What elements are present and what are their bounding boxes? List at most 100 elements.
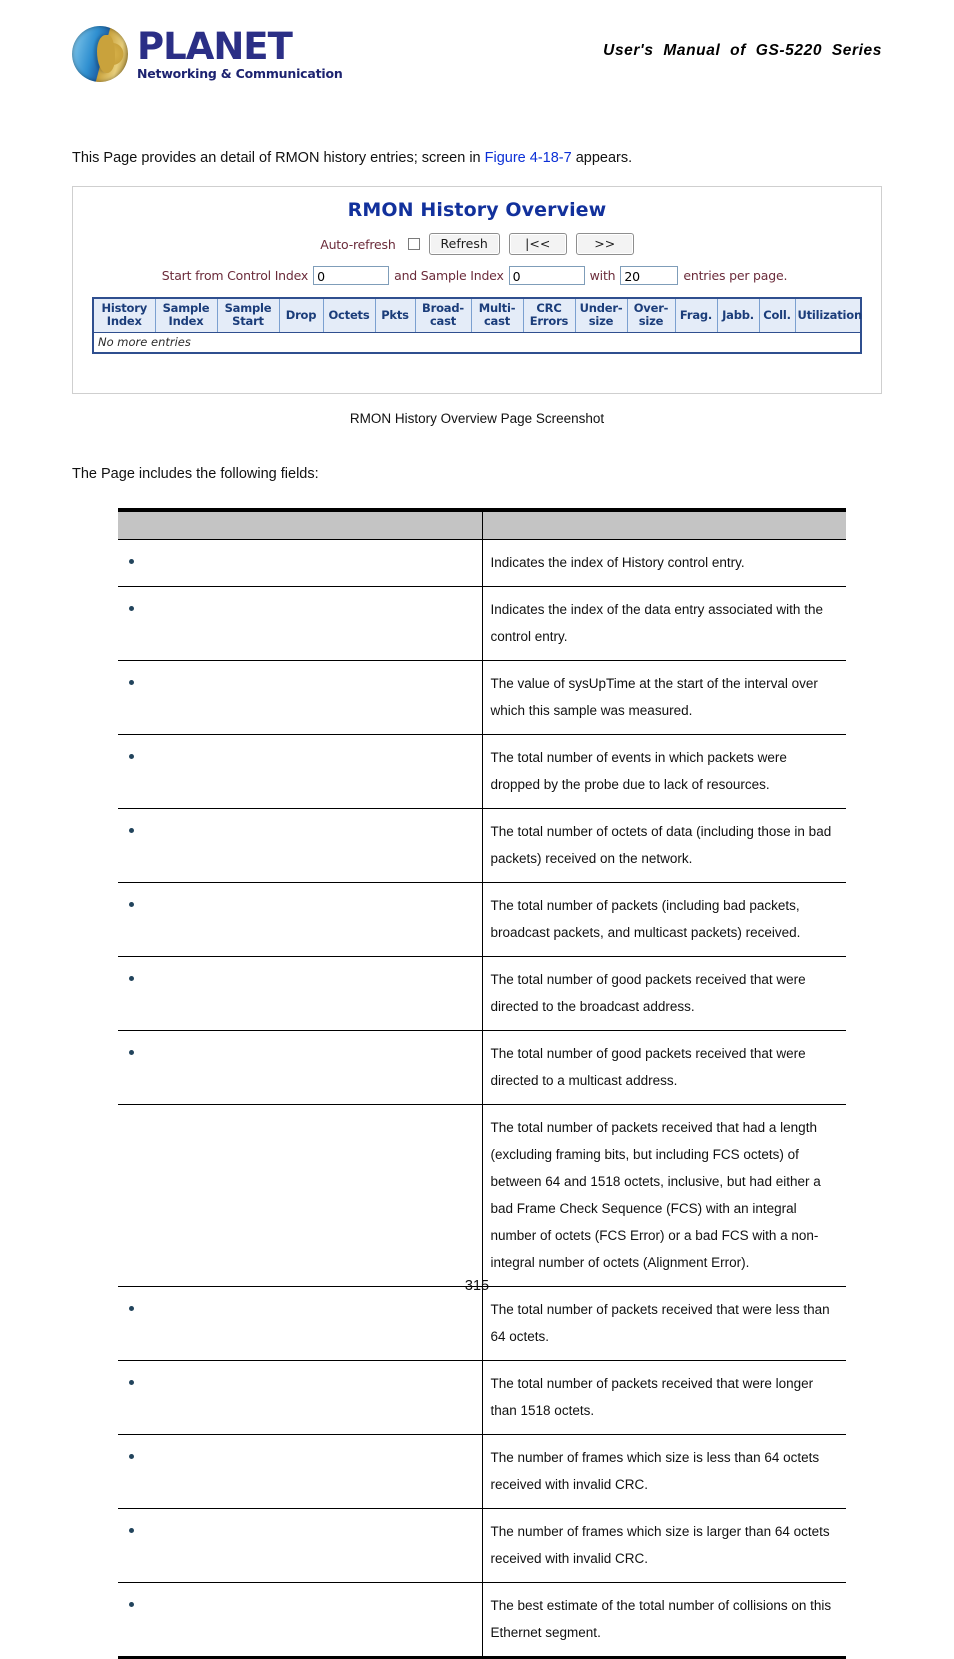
screenshot-page-title: RMON History Overview [347,199,607,221]
field-description-cell: The total number of packets received tha… [482,1286,846,1361]
column-sample-index[interactable]: Sample Index [155,298,218,333]
entries-per-page-label: entries per page. [683,268,788,283]
col-label-9: Under-size [579,301,623,328]
table-row: The best estimate of the total number of… [118,1582,846,1659]
field-name-cell [118,1286,483,1361]
column-crc-errors[interactable]: CRC Errors [523,298,576,333]
column-undersize[interactable]: Under-size [575,298,628,333]
planet-logo: PLANET Networking & Communication [72,26,343,82]
col-label-1: Sample Index [162,301,210,328]
logo-wordmark: PLANET [137,24,293,68]
figure-caption: RMON History Overview Page Screenshot [349,411,605,426]
page-number: 315 [464,1278,490,1294]
rmon-history-table: History Index Sample Index Sample Start Dro… [92,297,862,354]
column-utilization[interactable]: Utilization [795,298,862,333]
field-name-cell [118,1434,483,1509]
field-name-cell [118,808,483,883]
fields-header-description [482,511,846,540]
planet-globe-icon [72,26,128,82]
table-row: The total number of packets (including b… [118,882,846,957]
column-pkts[interactable]: Pkts [375,298,416,333]
col-label-10: Over-size [633,301,669,328]
screenshot-panel: RMON History Overview Auto-refresh Refre… [72,186,882,394]
fields-description-table: Indicates the index of History control e… [118,508,846,1659]
intro-text-after: appears. [571,150,633,166]
col-label-8: CRC Errors [529,301,569,328]
sample-index-input[interactable]: 0 [508,266,585,285]
and-sample-index-label: and Sample Index [394,268,504,283]
col-label-6: Broad-cast [422,301,464,328]
column-octets[interactable]: Octets [323,298,376,333]
field-name-cell [118,1030,483,1105]
intro-text-before: This Page provides an detail of RMON his… [72,150,485,166]
first-page-button[interactable]: |<< [508,233,567,255]
table-row: The number of frames which size is large… [118,1508,846,1583]
table-row: The number of frames which size is less … [118,1434,846,1509]
field-description-cell: The number of frames which size is less … [482,1434,846,1509]
field-name-cell [118,882,483,957]
table-row: Indicates the index of the data entry as… [118,586,846,661]
col-label-3: Drop [285,307,317,322]
field-name-cell [118,1582,483,1659]
field-name-cell [118,1360,483,1435]
field-name-cell [118,539,483,587]
field-description-cell: The total number of good packets receive… [482,1030,846,1105]
figure-reference-link[interactable]: Figure 4-18-7 [485,150,572,166]
screenshot-toolbar: Auto-refresh Refresh |<< >> [73,233,881,255]
screenshot-range-controls: Start from Control Index 0 and Sample In… [73,266,881,285]
field-description-cell: Indicates the index of the data entry as… [482,586,846,661]
field-description-cell: The value of sysUpTime at the start of t… [482,660,846,735]
col-label-7: Multi-cast [478,301,516,328]
field-description-cell: The total number of packets (including b… [482,882,846,957]
table-row: The total number of events in which pack… [118,734,846,809]
field-description-cell: The total number of packets received tha… [482,1360,846,1435]
field-description-cell: The total number of packets received tha… [482,1104,846,1287]
table-row: The total number of packets received tha… [118,1286,846,1361]
column-coll[interactable]: Coll. [759,298,796,333]
col-label-13: Coll. [763,307,791,322]
refresh-button[interactable]: Refresh [428,233,500,255]
table-row: The total number of good packets receive… [118,956,846,1031]
field-description-cell: The best estimate of the total number of… [482,1582,846,1659]
field-name-cell [118,660,483,735]
fields-header-object [118,511,483,540]
entries-per-page-input[interactable]: 20 [620,266,679,285]
col-label-2: Sample Start [224,301,272,328]
column-drop[interactable]: Drop [279,298,324,333]
column-broadcast[interactable]: Broad-cast [415,298,472,333]
start-from-control-index-label: Start from Control Index [161,268,309,283]
fields-intro-paragraph: The Page includes the following fields: [72,466,319,482]
table-row: The total number of packets received tha… [118,1360,846,1435]
table-row: The total number of octets of data (incl… [118,808,846,883]
table-row: The total number of packets received tha… [118,1104,846,1287]
field-description-cell: Indicates the index of History control e… [482,539,846,587]
page-header: PLANET Networking & Communication User's… [0,0,954,105]
control-index-input[interactable]: 0 [313,266,390,285]
field-description-cell: The total number of octets of data (incl… [482,808,846,883]
column-sample-start[interactable]: Sample Start [217,298,280,333]
field-name-cell [118,734,483,809]
column-multicast[interactable]: Multi-cast [471,298,524,333]
column-frag[interactable]: Frag. [675,298,718,333]
col-label-0: History Index [101,301,148,328]
field-name-cell [118,586,483,661]
column-history-index[interactable]: History Index [93,298,156,333]
column-jabb[interactable]: Jabb. [717,298,760,333]
field-description-cell: The total number of good packets receive… [482,956,846,1031]
intro-paragraph: This Page provides an detail of RMON his… [72,150,632,166]
column-oversize[interactable]: Over-size [627,298,676,333]
auto-refresh-checkbox[interactable] [407,238,420,250]
field-description-cell: The total number of events in which pack… [482,734,846,809]
field-name-cell [118,1104,483,1287]
next-page-button[interactable]: >> [575,233,634,255]
field-name-cell [118,956,483,1031]
logo-text-block: PLANET Networking & Communication [137,24,343,81]
table-row: Indicates the index of History control e… [118,539,846,587]
col-label-4: Octets [328,307,370,322]
field-name-cell [118,1508,483,1583]
fields-table-header-row [118,511,846,540]
with-label: with [589,268,616,283]
col-label-5: Pkts [381,307,409,322]
rmon-table-header-row: History Index Sample Index Sample Start Dro… [93,298,862,333]
table-row: The value of sysUpTime at the start of t… [118,660,846,735]
